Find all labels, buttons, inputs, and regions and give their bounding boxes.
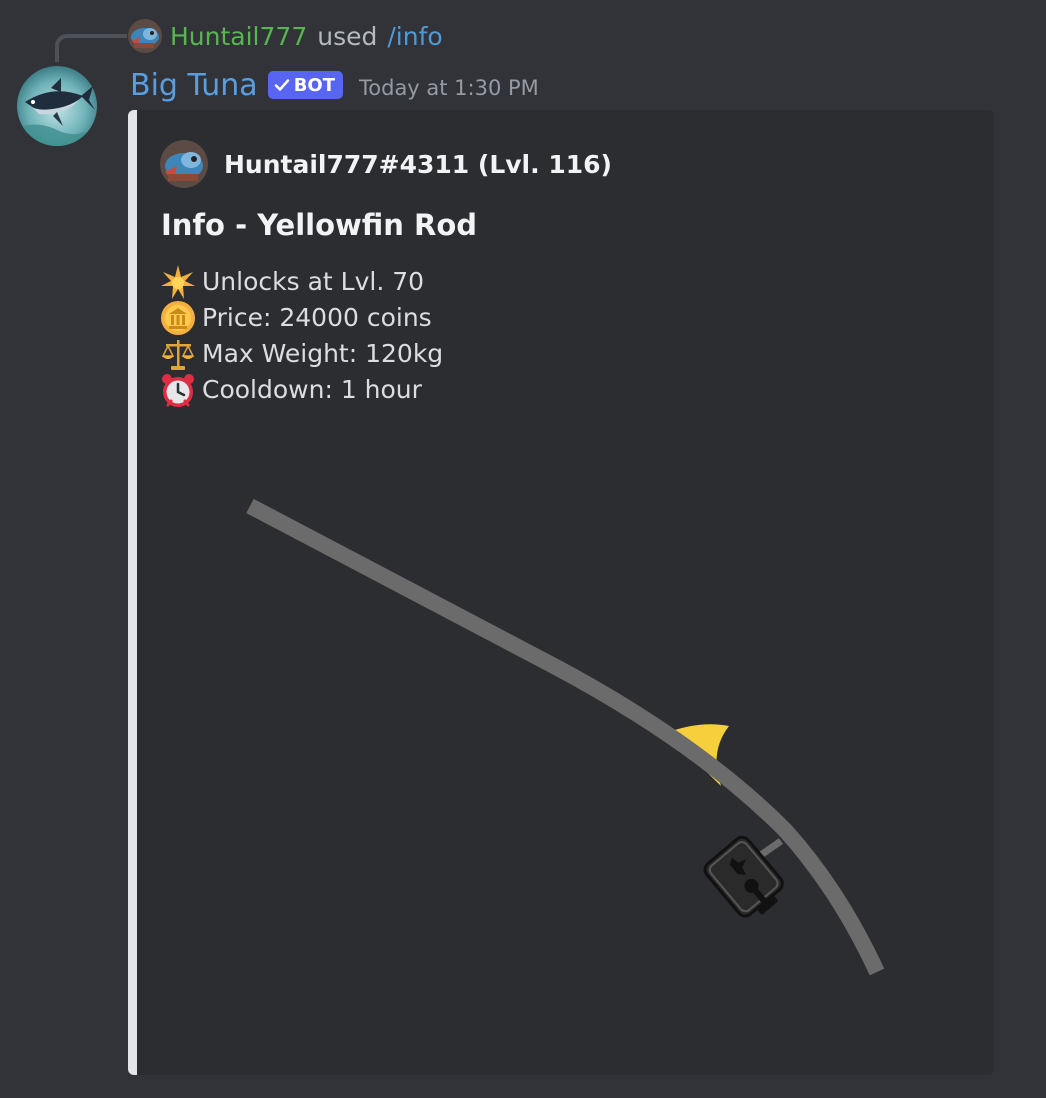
- info-line-text: Max Weight: 120kg: [202, 339, 444, 368]
- bot-tag-label: BOT: [293, 74, 335, 96]
- interaction-username[interactable]: Huntail777: [170, 22, 307, 51]
- checkmark-icon: [274, 79, 289, 91]
- info-line-unlock: Unlocks at Lvl. 70: [160, 264, 443, 300]
- reel: [703, 835, 784, 918]
- bot-avatar[interactable]: [17, 66, 97, 146]
- info-line-text: Unlocks at Lvl. 70: [202, 267, 425, 296]
- rod-shaft: [246, 498, 885, 976]
- embed-title: Info - Yellowfin Rod: [161, 208, 478, 242]
- fishing-rod-image[interactable]: [227, 490, 907, 990]
- scales-icon: [161, 340, 195, 370]
- bot-tag: BOT: [267, 71, 343, 99]
- chat-message: Huntail777 used /info Big Tuna BOT Today…: [0, 0, 1046, 1098]
- coin-icon: [161, 301, 195, 335]
- info-line-text: Price: 24000 coins: [202, 303, 432, 332]
- info-line-text: Cooldown: 1 hour: [202, 375, 422, 404]
- info-line-cooldown: Cooldown: 1 hour: [160, 372, 443, 408]
- embed-author-name: Huntail777#4311 (Lvl. 116): [224, 149, 612, 179]
- star-icon: [161, 265, 195, 299]
- info-line-weight: Max Weight: 120kg: [160, 336, 443, 372]
- message-header: Big Tuna BOT Today at 1:30 PM: [130, 62, 539, 108]
- interaction-reference[interactable]: Huntail777 used /info: [128, 18, 443, 54]
- interaction-used-text: used: [317, 21, 378, 51]
- interaction-user-avatar[interactable]: [128, 19, 162, 53]
- reply-spine: [55, 34, 127, 62]
- embed-description: Unlocks at Lvl. 70 Price: 24000 coins Ma…: [160, 264, 443, 408]
- message-timestamp[interactable]: Today at 1:30 PM: [359, 70, 539, 100]
- interaction-command[interactable]: /info: [387, 22, 442, 51]
- embed-author-icon: [160, 140, 208, 188]
- bot-username[interactable]: Big Tuna: [130, 68, 258, 103]
- info-line-price: Price: 24000 coins: [160, 300, 443, 336]
- alarm-clock-icon: [162, 374, 194, 407]
- embed-author: Huntail777#4311 (Lvl. 116): [160, 140, 612, 188]
- embed: Huntail777#4311 (Lvl. 116) Info - Yellow…: [128, 110, 994, 1075]
